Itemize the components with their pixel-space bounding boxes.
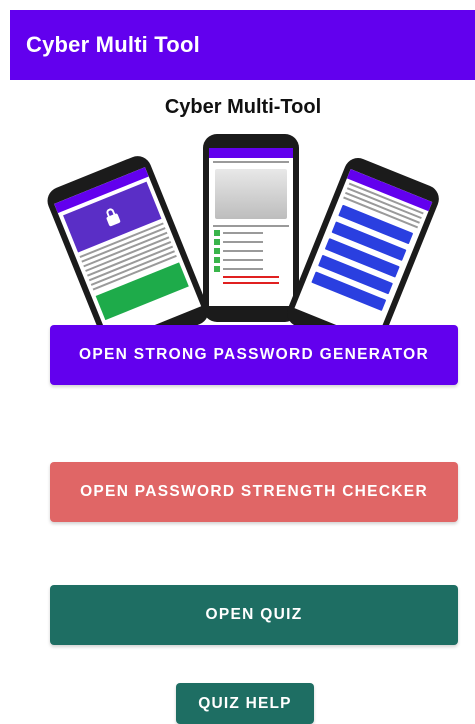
quiz-help-button[interactable]: QUIZ HELP xyxy=(176,683,314,724)
banner-title: Cyber Multi-Tool xyxy=(164,96,322,118)
open-password-generator-button[interactable]: OPEN STRONG PASSWORD GENERATOR xyxy=(50,325,458,385)
app-title: Cyber Multi Tool xyxy=(26,32,200,57)
chain-icon xyxy=(215,169,287,219)
banner-image: Cyber Multi-Tool xyxy=(43,96,444,361)
open-quiz-button[interactable]: OPEN QUIZ xyxy=(50,585,458,645)
app-bar: Cyber Multi Tool xyxy=(10,10,475,80)
open-strength-checker-button[interactable]: OPEN PASSWORD STRENGTH CHECKER xyxy=(50,462,458,522)
phone-strength-checker-image xyxy=(203,134,299,322)
lock-icon xyxy=(105,212,121,227)
